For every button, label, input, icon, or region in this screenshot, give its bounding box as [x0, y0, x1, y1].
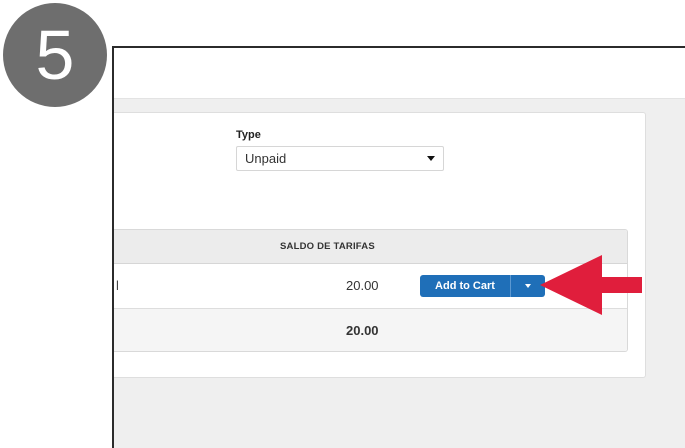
- row-amount: 20.00: [346, 278, 379, 293]
- top-bar: [114, 48, 685, 99]
- caret-down-icon: [525, 284, 531, 288]
- type-select[interactable]: Unpaid: [236, 146, 444, 171]
- arrow-left-icon: [540, 255, 642, 315]
- total-amount: 20.00: [346, 323, 379, 338]
- app-screenshot: Type Unpaid SALDO DE TARIFAS l 20.00 Add…: [112, 46, 685, 448]
- chevron-down-icon: [427, 156, 435, 161]
- row-left-text: l: [116, 278, 119, 293]
- step-number-badge: 5: [3, 3, 107, 107]
- add-to-cart-button[interactable]: Add to Cart: [420, 275, 511, 297]
- type-label: Type: [236, 129, 261, 141]
- content-panel: Type Unpaid SALDO DE TARIFAS l 20.00 Add…: [114, 112, 646, 378]
- add-to-cart-split-button: Add to Cart: [420, 275, 545, 297]
- type-select-value: Unpaid: [245, 151, 287, 166]
- tutorial-stage: Type Unpaid SALDO DE TARIFAS l 20.00 Add…: [0, 0, 685, 448]
- column-header-saldo: SALDO DE TARIFAS: [280, 241, 375, 252]
- step-number: 5: [35, 16, 75, 94]
- table-total-row: 20.00: [114, 309, 627, 351]
